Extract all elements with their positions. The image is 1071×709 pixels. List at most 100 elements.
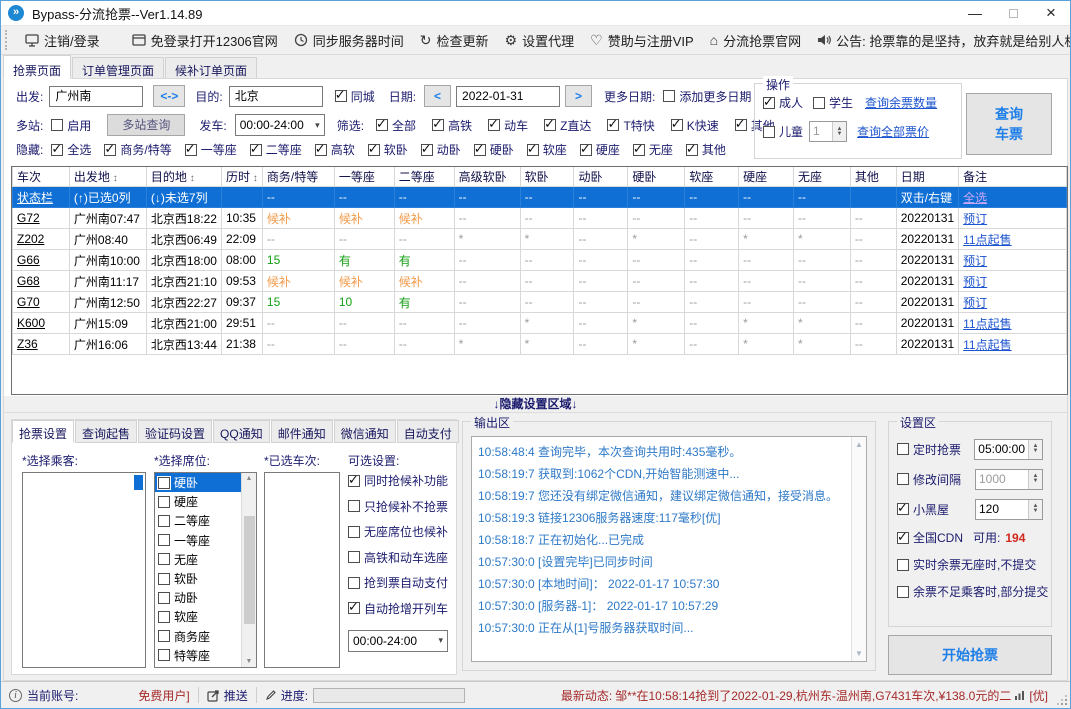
- maximize-button[interactable]: [994, 1, 1032, 25]
- stepper-arrows-icon[interactable]: ▲ ▼: [1028, 439, 1042, 459]
- passenger-listbox[interactable]: [22, 472, 146, 668]
- status-bar-link[interactable]: 状态栏: [17, 191, 53, 205]
- book-link[interactable]: 11点起售: [963, 233, 1011, 247]
- seat-type-checkbox[interactable]: 软卧: [367, 141, 408, 158]
- seat-option[interactable]: 软座: [155, 607, 241, 626]
- status-row[interactable]: 状态栏 (↑)已选0列 (↓)未选7列 -- -- -- -- -- -- -- -- -- -- 双击/…: [12, 186, 1067, 208]
- student-checkbox[interactable]: 学生: [813, 94, 853, 111]
- train-number-link[interactable]: G68: [17, 274, 40, 288]
- seat-option[interactable]: 硬座: [155, 492, 241, 511]
- seat-option[interactable]: 动卧: [155, 588, 241, 607]
- column-header[interactable]: 备注: [958, 167, 1067, 187]
- train-number-link[interactable]: G66: [17, 253, 40, 267]
- seat-option[interactable]: 商务座: [155, 627, 241, 646]
- depart-time-combo[interactable]: 00:00-24:00 ▾: [234, 114, 325, 136]
- seat-option[interactable]: 一等座: [155, 531, 241, 550]
- proxy-settings-button[interactable]: ⚙ 设置代理: [505, 31, 575, 50]
- train-row[interactable]: G68 广州南11:17 北京西21:10 09:53 候补 候补 候补 -- -- -- -- --…: [12, 270, 1067, 292]
- grab-option-checkbox[interactable]: 自动抢增开列车: [348, 599, 454, 617]
- timed-grab-checkbox[interactable]: 定时抢票: [897, 441, 961, 458]
- depart-station-input[interactable]: 广州南: [49, 85, 144, 107]
- book-link[interactable]: 预订: [963, 296, 987, 310]
- train-type-checkbox[interactable]: K快速: [670, 116, 719, 134]
- column-header[interactable]: 无座: [792, 167, 851, 187]
- train-row[interactable]: G72 广州南07:47 北京西18:22 10:35 候补 候补 候补 -- -- -- -- --…: [12, 207, 1067, 229]
- interval-checkbox[interactable]: 修改间隔: [897, 471, 961, 488]
- seat-option[interactable]: 硬卧: [155, 473, 241, 493]
- train-row[interactable]: G66 广州南10:00 北京西18:00 08:00 15 有 有 -- -- -- -- -- --…: [12, 249, 1067, 271]
- seat-option[interactable]: 软卧: [155, 569, 241, 588]
- output-log[interactable]: 10:58:48:4 查询完毕，本次查询共用时:435毫秒。 10:58:19:7…: [472, 437, 851, 661]
- settings-tab[interactable]: 邮件通知: [270, 420, 333, 443]
- seat-type-checkbox[interactable]: 全选: [51, 141, 91, 158]
- seat-option[interactable]: 特等座: [155, 646, 241, 665]
- train-type-checkbox[interactable]: 全部: [376, 116, 416, 134]
- column-header[interactable]: 硬座: [738, 167, 794, 187]
- seat-listbox[interactable]: 硬卧 硬座 二等座 一等座 无座 软卧 动卧 软座 商务座 特等座 ▲ ▼: [154, 472, 257, 668]
- official-site-button[interactable]: ⌂ 分流抢票官网: [710, 31, 801, 50]
- prev-date-button[interactable]: <: [424, 85, 452, 107]
- cdn-checkbox[interactable]: 全国CDN: [897, 529, 963, 546]
- book-link[interactable]: 预订: [963, 254, 987, 268]
- column-header[interactable]: 硬卧: [627, 167, 686, 187]
- train-row[interactable]: K600 广州15:09 北京西21:00 29:51 -- -- -- -- * -- * -- * *…: [12, 312, 1067, 334]
- seat-option[interactable]: 二等座: [155, 511, 241, 530]
- seat-type-checkbox[interactable]: 无座: [632, 141, 673, 158]
- seat-type-checkbox[interactable]: 硬座: [579, 141, 620, 158]
- seat-type-checkbox[interactable]: 动卧: [420, 141, 461, 158]
- scroll-down-icon[interactable]: ▼: [246, 658, 253, 665]
- column-header[interactable]: 目的地 ↕: [145, 167, 222, 187]
- hide-settings-divider[interactable]: ↓隐藏设置区域↓: [4, 396, 1067, 413]
- grab-option-checkbox[interactable]: 无座席位也候补: [348, 523, 454, 540]
- train-type-checkbox[interactable]: 高铁: [432, 116, 472, 134]
- adult-checkbox[interactable]: 成人: [763, 94, 803, 111]
- scrollbar-thumb[interactable]: [243, 516, 255, 624]
- select-all-link[interactable]: 全选: [963, 191, 987, 205]
- column-header[interactable]: 历时 ↕: [220, 167, 263, 187]
- seat-type-checkbox[interactable]: 二等座: [249, 141, 302, 158]
- train-number-link[interactable]: G70: [17, 295, 40, 309]
- settings-tab[interactable]: 验证码设置: [138, 420, 213, 443]
- swap-stations-button[interactable]: <->: [153, 85, 186, 107]
- book-link[interactable]: 预订: [963, 275, 987, 289]
- book-link[interactable]: 11点起售: [963, 317, 1011, 331]
- check-update-button[interactable]: ↻ 检查更新: [420, 31, 489, 50]
- column-header[interactable]: 动卧: [573, 167, 629, 187]
- train-type-checkbox[interactable]: 动车: [488, 116, 528, 134]
- output-scrollbar[interactable]: ▲ ▼: [851, 437, 866, 661]
- grab-time-range-combo[interactable]: 00:00-24:00 ▾: [348, 629, 448, 652]
- book-link[interactable]: 预订: [963, 212, 987, 226]
- seat-type-checkbox[interactable]: 软座: [526, 141, 567, 158]
- column-header[interactable]: 软座: [684, 167, 740, 187]
- push-label[interactable]: 推送: [224, 687, 248, 704]
- timed-grab-stepper[interactable]: 05:00:00 ▲ ▼: [974, 438, 1043, 460]
- seat-option[interactable]: 无座: [155, 550, 241, 569]
- no-seat-checkbox[interactable]: 实时余票无座时,不提交: [897, 556, 1036, 573]
- column-header[interactable]: 其他: [849, 167, 897, 187]
- seat-type-checkbox[interactable]: 高软: [314, 141, 355, 158]
- resize-grip[interactable]: [1057, 695, 1067, 705]
- child-count-stepper[interactable]: 1 ▲ ▼: [809, 121, 848, 142]
- open-12306-button[interactable]: 免登录打开12306官网: [131, 31, 278, 50]
- settings-tab[interactable]: QQ通知: [213, 420, 270, 443]
- date-input[interactable]: 2022-01-31: [456, 85, 561, 107]
- stepper-arrows-icon[interactable]: ▲ ▼: [1028, 499, 1042, 519]
- minimize-button[interactable]: —: [956, 1, 994, 25]
- next-date-button[interactable]: >: [565, 85, 593, 107]
- query-ticket-button[interactable]: 查询 车票: [966, 93, 1052, 155]
- seat-type-checkbox[interactable]: 商务/特等: [104, 141, 172, 158]
- seat-type-checkbox[interactable]: 硬卧: [473, 141, 514, 158]
- seat-type-checkbox[interactable]: 其他: [685, 141, 726, 158]
- column-header[interactable]: 日期: [895, 167, 960, 187]
- interval-stepper[interactable]: 1000 ▲ ▼: [975, 468, 1043, 490]
- train-number-link[interactable]: Z202: [17, 232, 44, 246]
- close-button[interactable]: ×: [1032, 1, 1070, 25]
- scroll-up-icon[interactable]: ▲: [246, 475, 253, 482]
- logout-login-button[interactable]: 注销/登录: [25, 31, 100, 50]
- settings-tab[interactable]: 抢票设置: [12, 420, 75, 443]
- dest-station-input[interactable]: 北京: [228, 85, 323, 107]
- grab-option-checkbox[interactable]: 只抢候补不抢票: [348, 498, 454, 515]
- start-grab-button[interactable]: 开始抢票: [888, 635, 1052, 675]
- column-header[interactable]: 软卧: [519, 167, 575, 187]
- settings-tab[interactable]: 微信通知: [333, 420, 396, 443]
